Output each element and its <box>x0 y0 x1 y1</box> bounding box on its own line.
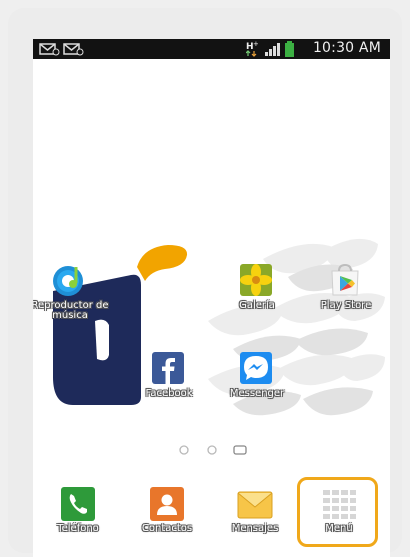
play-store-bag-icon <box>331 263 359 296</box>
page-dot-active[interactable] <box>233 445 247 455</box>
app-music-player[interactable]: Reproductor de música <box>33 263 118 343</box>
envelope-icon <box>237 491 273 519</box>
app-play-store[interactable]: Play Store <box>298 263 390 343</box>
battery-icon <box>285 41 294 57</box>
page-dot[interactable] <box>207 445 217 455</box>
app-label: Facebook <box>145 388 193 399</box>
app-gallery[interactable]: Galería <box>209 263 305 343</box>
mail-icon <box>63 43 84 56</box>
app-messenger[interactable]: Messenger <box>209 351 305 431</box>
gallery-flower-icon <box>240 264 272 296</box>
dock-label: Contactos <box>141 523 193 534</box>
contacts-icon <box>150 487 184 521</box>
h-plus-data-icon: H + <box>246 40 258 57</box>
status-bar: H + 10:30 AM <box>33 39 390 59</box>
page-dot[interactable] <box>179 445 189 455</box>
music-note-icon <box>53 266 83 296</box>
dock-phone[interactable]: Teléfono <box>33 486 126 557</box>
svg-text:+: + <box>253 40 258 48</box>
app-label: Galería <box>239 300 275 311</box>
dock-label: Mensajes <box>231 523 279 534</box>
page-indicator <box>179 445 247 455</box>
facebook-icon <box>152 352 184 384</box>
dock-contacts[interactable]: Contactos <box>119 486 215 557</box>
app-facebook[interactable]: Facebook <box>121 351 217 431</box>
app-label: Messenger <box>229 388 285 399</box>
dock-label: Teléfono <box>57 523 99 534</box>
mail-icon <box>39 43 60 56</box>
phone-icon <box>61 487 95 521</box>
dock-messages[interactable]: Mensajes <box>207 486 303 557</box>
signal-icon <box>265 43 280 56</box>
phone-screen: H + 10:30 AM Reproductor de música Galer… <box>33 39 390 557</box>
menu-highlight-box <box>297 477 378 547</box>
app-label: Reproductor de música <box>33 300 109 321</box>
messenger-icon <box>240 352 272 384</box>
status-time: 10:30 AM <box>312 40 381 56</box>
app-label: Play Store <box>320 300 372 311</box>
